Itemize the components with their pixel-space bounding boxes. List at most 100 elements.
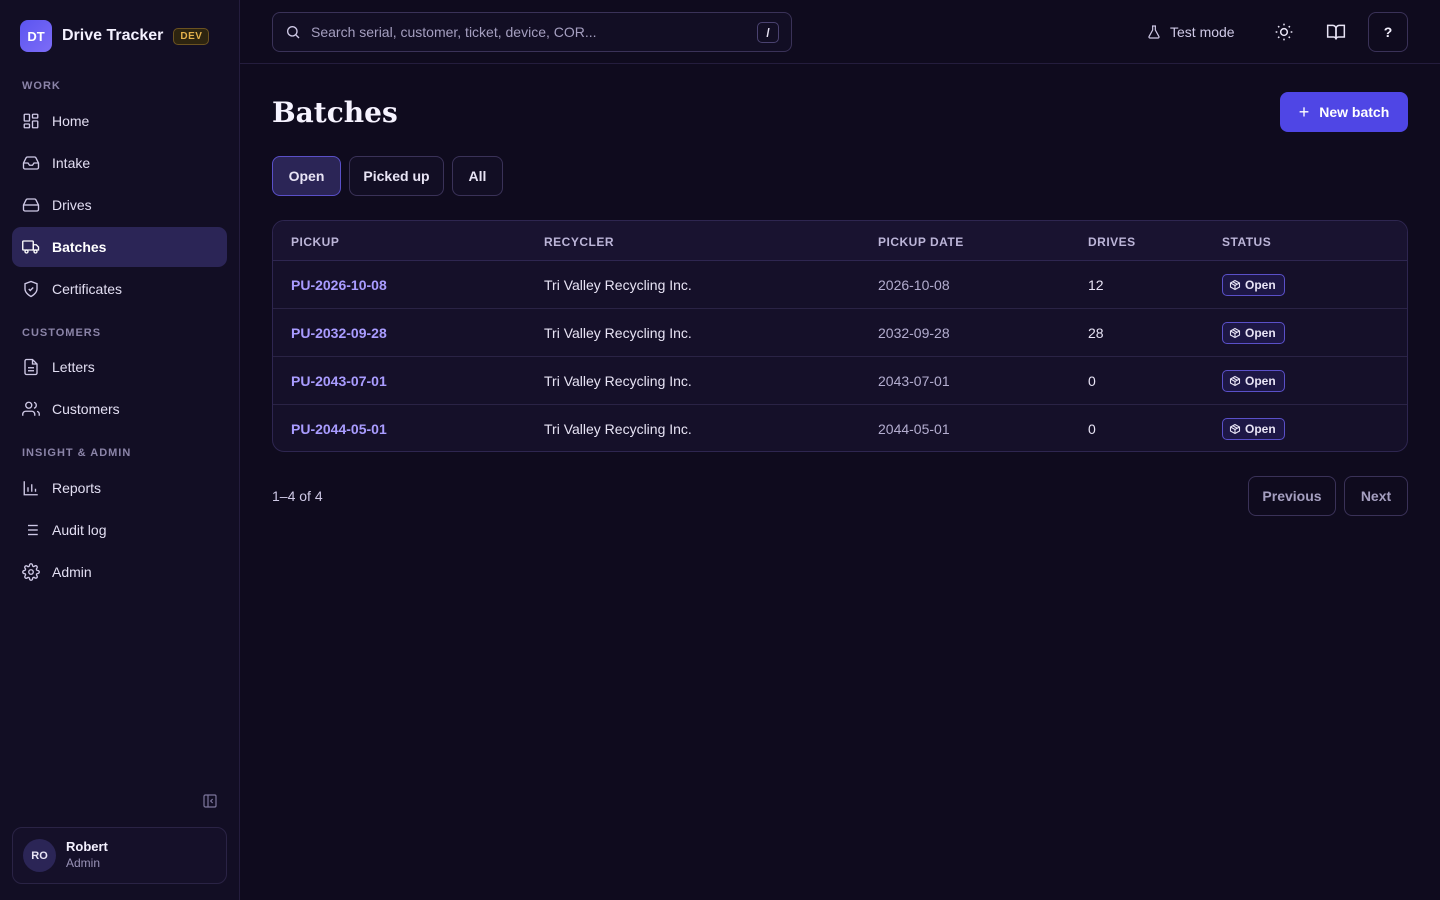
nav-section-customers: CUSTOMERS xyxy=(22,327,102,339)
sidebar-item-audit-log[interactable]: Audit log xyxy=(12,510,227,550)
theme-toggle-button[interactable] xyxy=(1264,12,1304,52)
pickup-date-cell: 2032-09-28 xyxy=(878,325,950,341)
column-header-pickup[interactable]: PICKUP xyxy=(291,235,339,249)
search-shortcut-key: / xyxy=(757,22,779,43)
sidebar-item-letters[interactable]: Letters xyxy=(12,347,227,387)
table-row[interactable]: PU-2032-09-28 Tri Valley Recycling Inc. … xyxy=(273,309,1407,357)
page-title: Batches xyxy=(272,96,398,129)
sidebar-item-label: Letters xyxy=(52,359,95,375)
docs-button[interactable] xyxy=(1316,12,1356,52)
sidebar-item-admin[interactable]: Admin xyxy=(12,552,227,592)
sidebar-item-reports[interactable]: Reports xyxy=(12,468,227,508)
users-icon xyxy=(22,401,40,416)
search-input[interactable] xyxy=(311,24,731,40)
drives-count-cell: 28 xyxy=(1088,325,1104,341)
status-badge: Open xyxy=(1222,274,1285,296)
sidebar-item-batches[interactable]: Batches xyxy=(12,227,227,267)
status-label: Open xyxy=(1245,374,1276,388)
user-name: Robert xyxy=(66,839,108,855)
env-badge: DEV xyxy=(173,27,210,45)
gear-icon xyxy=(22,563,40,581)
user-role: Admin xyxy=(66,856,101,871)
inbox-icon xyxy=(22,156,40,170)
sidebar-item-customers[interactable]: Customers xyxy=(12,389,227,429)
recycler-cell: Tri Valley Recycling Inc. xyxy=(544,373,692,389)
brand[interactable]: DT Drive Tracker DEV xyxy=(20,20,210,52)
drives-count-cell: 12 xyxy=(1088,277,1104,293)
truck-icon xyxy=(22,240,40,254)
drives-count-cell: 0 xyxy=(1088,373,1096,389)
sidebar-item-label: Home xyxy=(52,113,90,129)
user-menu[interactable]: RO Robert Admin xyxy=(12,827,227,884)
list-icon xyxy=(24,524,38,536)
sidebar-item-intake[interactable]: Intake xyxy=(12,143,227,183)
test-mode-toggle[interactable]: Test mode xyxy=(1146,20,1235,44)
column-header-recycler[interactable]: RECYCLER xyxy=(544,235,614,249)
search-icon xyxy=(287,26,300,39)
filter-tab-open[interactable]: Open xyxy=(272,156,341,196)
nav-section-insight-admin: INSIGHT & ADMIN xyxy=(22,447,132,459)
package-icon xyxy=(1229,279,1241,291)
nav-section-work: WORK xyxy=(22,80,61,92)
sidebar-item-drives[interactable]: Drives xyxy=(12,185,227,225)
pickup-link[interactable]: PU-2032-09-28 xyxy=(291,325,387,341)
status-label: Open xyxy=(1245,278,1276,292)
pagination-summary: 1–4 of 4 xyxy=(272,488,323,504)
sidebar-item-label: Intake xyxy=(52,155,91,171)
table-row[interactable]: PU-2026-10-08 Tri Valley Recycling Inc. … xyxy=(273,261,1407,309)
table-header: PICKUP RECYCLER PICKUP DATE DRIVES STATU… xyxy=(273,221,1407,261)
search-box[interactable]: / xyxy=(272,12,792,52)
new-batch-label: New batch xyxy=(1319,104,1390,120)
column-header-drives[interactable]: DRIVES xyxy=(1088,235,1136,249)
avatar: RO xyxy=(23,839,56,872)
sidebar-item-certificates[interactable]: Certificates xyxy=(12,269,227,309)
batches-table: PICKUP RECYCLER PICKUP DATE DRIVES STATU… xyxy=(272,220,1408,452)
column-header-status[interactable]: STATUS xyxy=(1222,235,1271,249)
brand-name: Drive Tracker xyxy=(62,27,164,44)
sidebar-item-label: Audit log xyxy=(52,522,107,538)
help-button[interactable]: ? xyxy=(1368,12,1408,52)
pickup-date-cell: 2043-07-01 xyxy=(878,373,950,389)
pickup-date-cell: 2026-10-08 xyxy=(878,277,950,293)
package-icon xyxy=(1229,423,1241,435)
column-header-pickup-date[interactable]: PICKUP DATE xyxy=(878,235,964,249)
previous-page-button[interactable]: Previous xyxy=(1248,476,1336,516)
bar-chart-icon xyxy=(23,481,38,496)
status-badge: Open xyxy=(1222,322,1285,344)
filter-tab-all[interactable]: All xyxy=(452,156,503,196)
status-label: Open xyxy=(1245,326,1276,340)
file-text-icon xyxy=(24,358,38,376)
collapse-sidebar-icon[interactable] xyxy=(202,793,218,809)
new-batch-button[interactable]: + New batch xyxy=(1280,92,1408,132)
test-mode-label: Test mode xyxy=(1170,24,1235,40)
pickup-link[interactable]: PU-2026-10-08 xyxy=(291,277,387,293)
hard-drive-icon xyxy=(22,198,40,212)
sidebar-item-label: Drives xyxy=(52,197,92,213)
sidebar-item-label: Admin xyxy=(52,564,92,580)
recycler-cell: Tri Valley Recycling Inc. xyxy=(544,325,692,341)
sidebar-item-label: Reports xyxy=(52,480,102,496)
pickup-link[interactable]: PU-2043-07-01 xyxy=(291,373,387,389)
status-badge: Open xyxy=(1222,370,1285,392)
next-page-button[interactable]: Next xyxy=(1344,476,1408,516)
sidebar-item-label: Certificates xyxy=(52,281,123,297)
sun-icon xyxy=(1275,23,1293,41)
sidebar-item-label: Batches xyxy=(52,239,107,255)
drives-count-cell: 0 xyxy=(1088,421,1096,437)
table-row[interactable]: PU-2044-05-01 Tri Valley Recycling Inc. … xyxy=(273,405,1407,451)
topbar: / Test mode ? xyxy=(240,0,1440,64)
plus-icon: + xyxy=(1298,101,1310,122)
filter-tab-picked-up[interactable]: Picked up xyxy=(349,156,444,196)
pickup-link[interactable]: PU-2044-05-01 xyxy=(291,421,387,437)
flask-icon xyxy=(1148,25,1160,39)
sidebar-item-label: Customers xyxy=(52,401,120,417)
pickup-date-cell: 2044-05-01 xyxy=(878,421,950,437)
status-badge: Open xyxy=(1222,418,1285,440)
sidebar-item-home[interactable]: Home xyxy=(12,101,227,141)
recycler-cell: Tri Valley Recycling Inc. xyxy=(544,277,692,293)
table-row[interactable]: PU-2043-07-01 Tri Valley Recycling Inc. … xyxy=(273,357,1407,405)
recycler-cell: Tri Valley Recycling Inc. xyxy=(544,421,692,437)
shield-check-icon xyxy=(24,280,38,298)
status-label: Open xyxy=(1245,422,1276,436)
sidebar: DT Drive Tracker DEV WORK Home Intake Dr… xyxy=(0,0,240,900)
